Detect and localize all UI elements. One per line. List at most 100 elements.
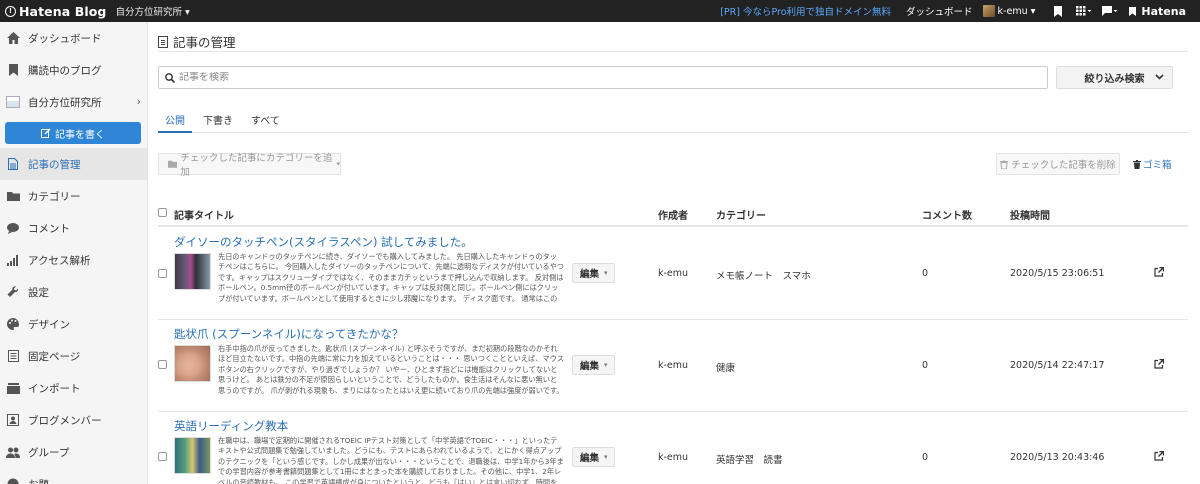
apps-grid-icon[interactable] (1075, 6, 1093, 16)
article-excerpt: 右手中指の爪が反ってきました。匙状爪 (スプーンネイル) と呼ぶそうですが、まだ… (218, 344, 564, 395)
pro-promo-link[interactable]: [PR] 今ならPro利用で独自ドメイン無料 (720, 4, 891, 18)
article-title-link[interactable]: 匙状爪 (スプーンネイル)になってきたかな？ (174, 326, 403, 342)
group-icon (6, 445, 20, 459)
sidebar-item-blog[interactable]: 自分方位研究所 › (0, 86, 147, 118)
sidebar-item-label: 購読中のブログ (28, 64, 102, 77)
article-title-link[interactable]: ダイソーのタッチペン(スタイラスペン) 試してみました。 (174, 234, 473, 250)
chevron-right-icon: › (136, 95, 141, 108)
sidebar-item-settings[interactable]: 設定 (0, 276, 147, 308)
document-icon (6, 157, 20, 171)
delete-checked-button[interactable]: チェックした記事を削除 (996, 153, 1120, 175)
search-input[interactable] (179, 72, 1039, 83)
edit-button[interactable]: 編集 ▾ (572, 263, 615, 283)
sidebar-item-label: インポート (28, 382, 81, 395)
sidebar-item-comments[interactable]: コメント (0, 212, 147, 244)
add-category-to-checked-button[interactable]: チェックした記事にカテゴリーを追加 ▾ (158, 153, 341, 178)
external-link-icon[interactable] (1154, 266, 1165, 280)
filter-search-label: 絞り込み検索 (1084, 74, 1145, 85)
home-icon (6, 31, 20, 45)
column-comments: コメント数 (922, 211, 972, 222)
column-title: 記事タイトル (174, 211, 234, 222)
sidebar-item-label: ダッシュボード (28, 32, 102, 45)
article-posted-time: 2020/5/14 22:47:17 (1010, 360, 1105, 371)
external-link-icon[interactable] (1154, 450, 1165, 464)
sidebar-item-subscriptions[interactable]: 購読中のブログ (0, 54, 147, 86)
edit-label: 編集 (580, 269, 600, 280)
sidebar-item-article-management[interactable]: 記事の管理 (0, 148, 147, 180)
add-category-label: チェックした記事にカテゴリーを追加 (180, 153, 333, 178)
header-dashboard-link[interactable]: ダッシュボード (906, 4, 973, 18)
wrench-icon (6, 285, 20, 299)
article-comment-count: 0 (922, 360, 929, 371)
article-excerpt: 先日のキャンドゥのタッチペンに続き、ダイソーでも購入してみました。 先日購入した… (218, 252, 564, 303)
articles-table-header: 記事タイトル 作成者 カテゴリー コメント数 投稿時間 (158, 202, 1188, 227)
article-category[interactable]: メモ帳ノート スマホ (716, 268, 811, 282)
avatar (982, 5, 995, 17)
blog-thumbnail-icon (6, 95, 20, 109)
caret-down-icon: ▾ (604, 269, 608, 277)
edit-icon (41, 128, 51, 138)
write-article-label: 記事を書く (55, 129, 105, 141)
external-link-icon[interactable] (1154, 358, 1165, 372)
sidebar-item-label: コメント (28, 222, 70, 235)
tab-published[interactable]: 公開 (158, 115, 192, 133)
search-box[interactable] (158, 66, 1048, 89)
sidebar-item-label: 自分方位研究所 (28, 96, 102, 109)
bookmark-icon[interactable] (1049, 5, 1067, 17)
article-author: k-emu (658, 360, 689, 371)
article-category[interactable]: 英語学習 読書 (716, 452, 783, 466)
sidebar-item-blog-members[interactable]: ブログメンバー (0, 404, 147, 436)
sidebar-item-groups[interactable]: グループ (0, 436, 147, 468)
tab-all[interactable]: すべて (244, 115, 287, 133)
sidebar-item-import[interactable]: インポート (0, 372, 147, 404)
write-article-button[interactable]: 記事を書く (5, 122, 141, 144)
article-title-link[interactable]: 英語リーディング教本 (174, 418, 288, 434)
comment-icon (6, 221, 20, 235)
select-all-checkbox[interactable] (158, 208, 167, 217)
sidebar-item-analytics[interactable]: アクセス解析 (0, 244, 147, 276)
user-name: k-emu ▾ (997, 5, 1036, 17)
blog-selector[interactable]: 自分方位研究所 ▾ (115, 4, 189, 18)
edit-button[interactable]: 編集 ▾ (572, 447, 615, 467)
article-posted-time: 2020/5/15 23:06:51 (1010, 268, 1105, 279)
global-header: ! Hatena Blog 自分方位研究所 ▾ [PR] 今ならPro利用で独自… (0, 0, 1200, 22)
folder-icon (6, 189, 20, 203)
members-icon (6, 413, 20, 427)
user-menu[interactable]: k-emu ▾ (982, 5, 1036, 17)
edit-button[interactable]: 編集 ▾ (572, 355, 615, 375)
sidebar-item-category[interactable]: カテゴリー (0, 180, 147, 212)
article-author: k-emu (658, 268, 689, 279)
status-tabs: 公開 下書き すべて (158, 115, 1188, 133)
row-checkbox[interactable] (158, 360, 167, 369)
sidebar-item-design[interactable]: デザイン (0, 308, 147, 340)
sidebar-item-dashboard[interactable]: ダッシュボード (0, 22, 147, 54)
table-row: 英語リーディング教本 在職中は、職場で定期的に開催されるTOEIC IPテスト対… (158, 412, 1188, 484)
notification-icon[interactable] (1101, 6, 1119, 16)
row-checkbox[interactable] (158, 452, 167, 461)
filter-search-button[interactable]: 絞り込み検索 (1056, 66, 1173, 89)
trash-icon (1133, 159, 1141, 169)
hatena-blog-logo[interactable]: ! Hatena Blog (0, 4, 106, 19)
caret-down-icon: ▾ (604, 453, 608, 461)
sidebar-item-label: お題 (28, 477, 49, 484)
article-thumbnail (174, 253, 211, 290)
chevron-down-icon (1155, 73, 1164, 83)
sidebar-item-label: デザイン (28, 318, 70, 331)
trash-link-label: ゴミ箱 (1143, 160, 1172, 171)
article-category[interactable]: 健康 (716, 360, 735, 374)
page-icon (6, 349, 20, 363)
page-title: 記事の管理 (158, 32, 236, 51)
trash-link[interactable]: ゴミ箱 (1133, 157, 1172, 171)
document-icon (158, 35, 168, 48)
hatena-link[interactable]: Hatena (1127, 5, 1186, 18)
article-excerpt: 在職中は、職場で定期的に開催されるTOEIC IPテスト対策として「中学英語でT… (218, 436, 564, 484)
article-thumbnail (174, 437, 211, 474)
sidebar-item-label: ブログメンバー (28, 414, 102, 427)
edit-label: 編集 (580, 361, 600, 372)
column-category: カテゴリー (716, 211, 766, 222)
sidebar-item-fixed-pages[interactable]: 固定ページ (0, 340, 147, 372)
sidebar-item-topics[interactable]: お題 (0, 468, 147, 484)
row-checkbox[interactable] (158, 269, 167, 278)
column-posted: 投稿時間 (1010, 211, 1050, 222)
tab-drafts[interactable]: 下書き (196, 115, 240, 133)
